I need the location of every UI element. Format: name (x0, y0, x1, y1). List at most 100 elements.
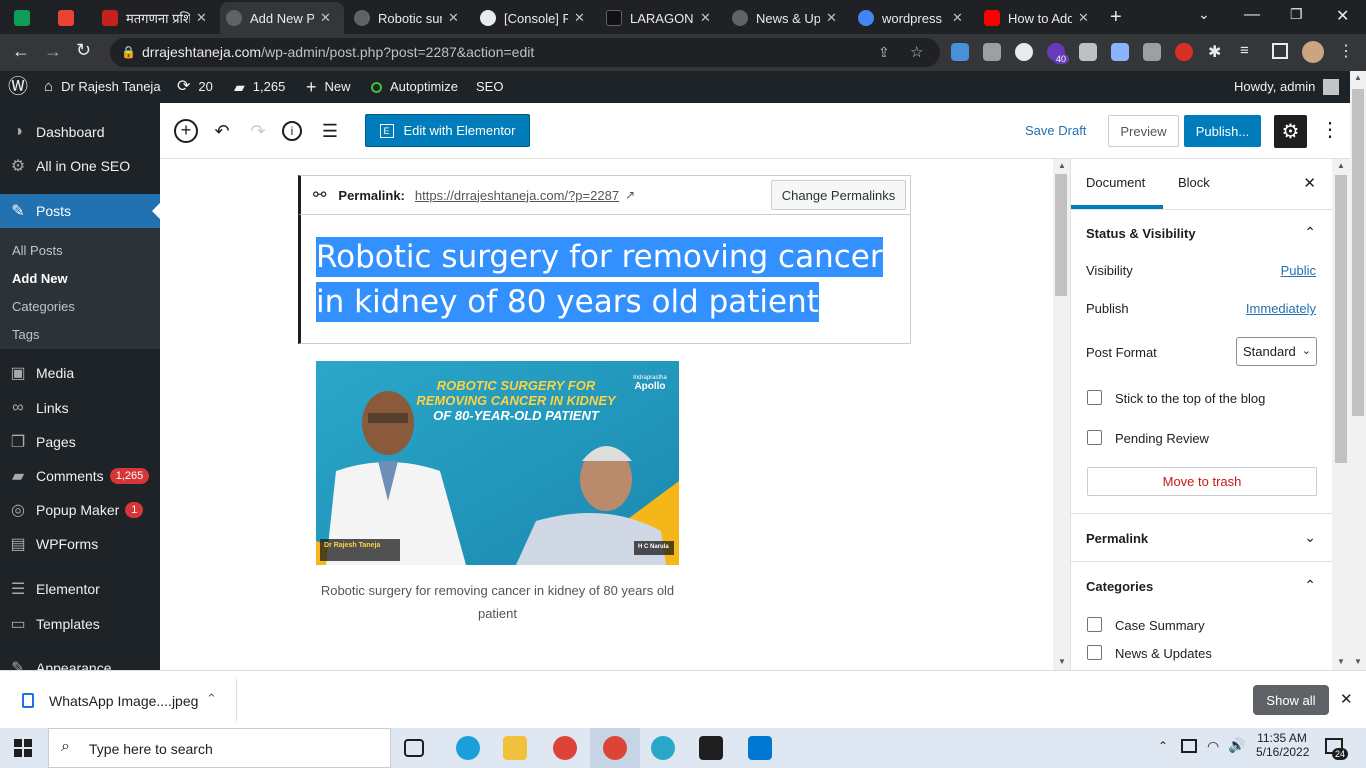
sidebar-item-comments[interactable]: ▰ Comments 1,265 (0, 459, 160, 493)
task-view-icon[interactable] (404, 739, 424, 757)
terminal-icon[interactable] (699, 736, 723, 760)
post-title-input[interactable]: Robotic surgery for removing cancer in k… (316, 235, 911, 325)
image-caption[interactable]: Robotic surgery for removing cancer in k… (316, 579, 679, 625)
status-visibility-heading[interactable]: Status & Visibility (1086, 226, 1196, 241)
extension-icon[interactable] (1111, 43, 1129, 61)
tab-document[interactable]: Document (1086, 175, 1145, 190)
forward-icon[interactable]: → (44, 41, 62, 62)
chevron-up-icon[interactable]: ⌃ (206, 691, 217, 707)
move-to-trash-button[interactable]: Move to trash (1087, 467, 1317, 496)
clock[interactable]: 11:35 AM 5/16/2022 (1256, 731, 1309, 759)
edit-with-elementor-button[interactable]: E Edit with Elementor (365, 114, 530, 147)
scroll-up-icon[interactable]: ▲ (1354, 73, 1362, 82)
puzzle-icon[interactable]: ✱ (1208, 42, 1221, 62)
extension-icon[interactable] (983, 43, 1001, 61)
profile-avatar[interactable] (1302, 41, 1324, 63)
tab-block[interactable]: Block (1178, 175, 1210, 190)
tab-8[interactable]: wordpress l ✕ (852, 4, 970, 32)
window-close-icon[interactable]: ✕ (1336, 6, 1349, 26)
extension-icon[interactable] (1079, 43, 1097, 61)
close-icon[interactable]: ✕ (952, 10, 963, 26)
stick-to-top-checkbox[interactable] (1087, 390, 1102, 405)
sidebar-item-appearance[interactable]: ✎ Appearance (0, 651, 160, 670)
permalink-heading[interactable]: Permalink (1086, 531, 1148, 546)
tab-9[interactable]: How to Add ✕ (978, 4, 1096, 32)
download-filename[interactable]: WhatsApp Image....jpeg (49, 693, 198, 709)
preview-button[interactable]: Preview (1108, 115, 1179, 147)
scroll-up-icon[interactable]: ▲ (1058, 161, 1066, 170)
scroll-thumb[interactable] (1352, 89, 1364, 416)
site-name-link[interactable]: ⌂ Dr Rajesh Taneja (44, 71, 161, 103)
category-checkbox[interactable] (1087, 645, 1102, 660)
permalink-url-link[interactable]: https://drrajeshtaneja.com/?p=2287 (415, 188, 619, 203)
scroll-thumb[interactable] (1335, 175, 1347, 463)
scroll-up-icon[interactable]: ▲ (1337, 161, 1345, 170)
show-all-button[interactable]: Show all (1253, 685, 1329, 715)
submenu-tags[interactable]: Tags (12, 327, 39, 342)
tab-1[interactable] (52, 4, 88, 32)
add-block-icon[interactable]: + (174, 119, 198, 143)
sidebar-item-elementor[interactable]: ☰ Elementor (0, 572, 160, 606)
chevron-up-icon[interactable]: ⌃ (1304, 224, 1316, 241)
scroll-thumb[interactable] (1055, 174, 1067, 296)
close-icon[interactable]: ✕ (1078, 10, 1089, 26)
laragon-icon[interactable] (651, 736, 675, 760)
post-title-block[interactable]: Robotic surgery for removing cancer in k… (298, 214, 911, 344)
featured-image[interactable]: ROBOTIC SURGERY FOR REMOVING CANCER IN K… (316, 361, 679, 565)
close-icon[interactable]: ✕ (574, 10, 585, 26)
scroll-down-icon[interactable]: ▼ (1337, 657, 1345, 666)
sidebar-item-dashboard[interactable]: ◑ Dashboard (0, 115, 160, 149)
updates-link[interactable]: ⟳ 20 (177, 71, 213, 103)
canvas-scrollbar[interactable]: ▲ ▼ (1053, 159, 1070, 670)
list-view-icon[interactable]: ☰ (318, 119, 342, 143)
extension-icon[interactable] (1175, 43, 1193, 61)
seo-link[interactable]: SEO (476, 71, 503, 103)
panel-scrollbar[interactable]: ▲ ▼ (1332, 159, 1350, 670)
tab-2[interactable]: मतगणना प्रशि ✕ (96, 4, 216, 32)
media-control-icon[interactable]: ≡ (1240, 42, 1249, 59)
redo-icon[interactable]: ↷ (246, 119, 270, 143)
bookmark-star-icon[interactable]: ☆ (910, 38, 923, 67)
edge-icon[interactable] (456, 736, 480, 760)
volume-icon[interactable]: 🔊 (1228, 737, 1245, 754)
post-format-select[interactable]: Standard ⌄ (1236, 337, 1317, 366)
info-icon[interactable]: i (282, 121, 302, 141)
tab-search-icon[interactable]: ⌄ (1198, 6, 1210, 23)
scroll-down-icon[interactable]: ▼ (1058, 657, 1066, 666)
close-icon[interactable]: ✕ (700, 10, 711, 26)
comments-link[interactable]: ▰ 1,265 (234, 71, 285, 103)
tab-4[interactable]: Robotic sur ✕ (348, 4, 466, 32)
address-bar[interactable]: 🔒 drrajeshtaneja.com/wp-admin/post.php?p… (110, 38, 940, 67)
close-panel-icon[interactable]: ✕ (1303, 174, 1316, 192)
vscode-icon[interactable] (748, 736, 772, 760)
extension-icon[interactable] (1143, 43, 1161, 61)
tab-5[interactable]: [Console] P ✕ (474, 4, 592, 32)
taskbar-search-box[interactable]: ⌕ Type here to search (48, 728, 391, 768)
category-checkbox[interactable] (1087, 617, 1102, 632)
extension-icon[interactable] (951, 43, 969, 61)
publish-date-link[interactable]: Immediately (1246, 301, 1316, 316)
sidebar-item-popup-maker[interactable]: ◎ Popup Maker 1 (0, 493, 160, 527)
tab-0[interactable] (8, 4, 44, 32)
reload-icon[interactable]: ↻ (76, 40, 91, 61)
chrome-icon[interactable] (553, 736, 577, 760)
windows-start-icon[interactable] (14, 739, 32, 757)
tab-3-active[interactable]: Add New Po ✕ (220, 2, 344, 34)
autoptimize-link[interactable]: Autoptimize (371, 71, 458, 103)
visibility-link[interactable]: Public (1281, 263, 1316, 278)
new-tab-icon[interactable]: + (1110, 6, 1122, 29)
settings-gear-icon[interactable]: ⚙ (1274, 115, 1307, 148)
more-options-icon[interactable]: ⋮ (1320, 117, 1340, 142)
sidebar-item-links[interactable]: ∞ Links (0, 391, 160, 425)
share-icon[interactable]: ⇪ (878, 38, 890, 67)
change-permalinks-button[interactable]: Change Permalinks (771, 180, 906, 210)
sidebar-item-seo[interactable]: ⚙ All in One SEO (0, 149, 160, 183)
undo-icon[interactable]: ↶ (210, 119, 234, 143)
sidepanel-icon[interactable] (1272, 43, 1288, 59)
save-draft-button[interactable]: Save Draft (1025, 123, 1086, 138)
howdy-link[interactable]: Howdy, admin (1234, 71, 1340, 103)
submenu-add-new[interactable]: Add New (12, 271, 68, 286)
new-content-link[interactable]: + New (306, 71, 351, 103)
minimize-icon[interactable]: — (1244, 6, 1260, 24)
back-icon[interactable]: ← (12, 41, 30, 62)
